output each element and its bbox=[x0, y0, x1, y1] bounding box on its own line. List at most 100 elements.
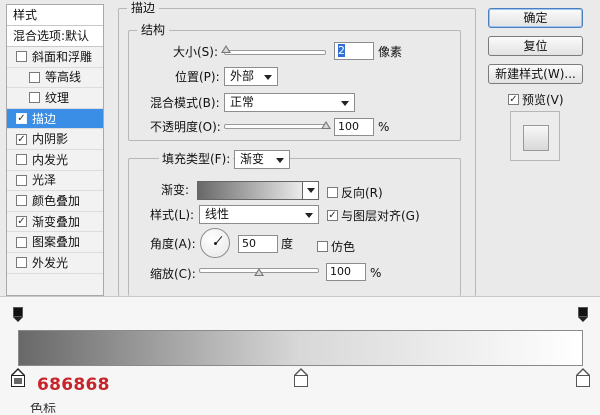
checkbox-icon[interactable] bbox=[16, 195, 27, 207]
style-item[interactable]: 等高线 bbox=[7, 68, 103, 89]
scale-label: 缩放(C): bbox=[150, 267, 196, 281]
position-select[interactable]: 外部 bbox=[224, 67, 278, 86]
checkbox-icon[interactable] bbox=[16, 236, 27, 248]
style-item-label: 等高线 bbox=[45, 70, 82, 85]
style-item[interactable]: 颜色叠加 bbox=[7, 191, 103, 212]
dither-checkbox[interactable]: 仿色 bbox=[317, 238, 355, 255]
style-item-label: 纹理 bbox=[45, 90, 70, 105]
preview-check-icon[interactable]: ✓ bbox=[508, 94, 519, 105]
blending-options-item[interactable]: 混合选项:默认 bbox=[7, 26, 103, 47]
size-slider-thumb[interactable] bbox=[221, 45, 232, 53]
dither-check-icon[interactable] bbox=[317, 241, 328, 252]
color-stop-icon[interactable] bbox=[293, 368, 308, 388]
preview-checkbox[interactable]: ✓ 预览(V) bbox=[508, 91, 564, 108]
align-check-icon[interactable]: ✓ bbox=[327, 210, 338, 221]
style-item[interactable]: 光泽 bbox=[7, 171, 103, 192]
gradient-bar[interactable] bbox=[18, 330, 583, 366]
style-item-label: 斜面和浮雕 bbox=[32, 49, 93, 64]
style-item-label: 颜色叠加 bbox=[32, 193, 81, 208]
structure-title: 结构 bbox=[137, 23, 170, 37]
opacity-stop-icon[interactable] bbox=[578, 307, 588, 323]
checkbox-icon[interactable] bbox=[29, 92, 40, 104]
angle-dial[interactable] bbox=[200, 228, 230, 258]
opacity-slider-track[interactable] bbox=[224, 124, 326, 129]
position-value: 外部 bbox=[230, 69, 255, 83]
checkbox-icon[interactable]: ✓ bbox=[16, 216, 27, 228]
style-items: 斜面和浮雕等高线纹理 ✓ 描边 ✓ 内阴影内发光光泽颜色叠加 ✓ 渐变叠加图案叠加外发光 bbox=[7, 47, 103, 274]
gradient-label: 渐变: bbox=[161, 183, 190, 197]
size-unit: 像素 bbox=[378, 45, 403, 59]
style-item[interactable]: 斜面和浮雕 bbox=[7, 47, 103, 68]
size-slider-track[interactable] bbox=[224, 50, 326, 55]
chevron-down-icon bbox=[264, 75, 272, 80]
fill-type-select[interactable]: 渐变 bbox=[234, 150, 290, 169]
style-preview-swatch bbox=[523, 125, 549, 151]
style-item-label: 内阴影 bbox=[32, 132, 69, 147]
size-input[interactable]: 2 bbox=[334, 42, 374, 60]
gradient-style-value: 线性 bbox=[205, 207, 230, 221]
scale-slider-thumb[interactable] bbox=[254, 268, 264, 276]
style-item[interactable]: 内发光 bbox=[7, 150, 103, 171]
angle-input[interactable]: 50 bbox=[238, 235, 278, 253]
gradient-style-select[interactable]: 线性 bbox=[199, 205, 319, 224]
style-item-label: 渐变叠加 bbox=[32, 214, 81, 229]
gradient-picker[interactable] bbox=[197, 181, 319, 200]
new-style-button[interactable]: 新建样式(W)... bbox=[488, 64, 583, 84]
checkbox-icon[interactable] bbox=[16, 154, 27, 166]
chevron-down-icon bbox=[341, 101, 349, 106]
chevron-down-icon bbox=[305, 213, 313, 218]
style-preview-thumbnail bbox=[510, 111, 560, 161]
checkbox-icon[interactable] bbox=[29, 71, 40, 83]
reverse-check-icon[interactable] bbox=[327, 187, 338, 198]
blend-mode-select[interactable]: 正常 bbox=[224, 93, 355, 112]
chevron-down-icon[interactable] bbox=[302, 182, 318, 199]
scale-unit: % bbox=[370, 266, 382, 280]
style-item[interactable]: 图案叠加 bbox=[7, 232, 103, 253]
style-item-label: 内发光 bbox=[32, 152, 69, 167]
opacity-input[interactable]: 100 bbox=[334, 118, 374, 136]
opacity-label: 不透明度(O): bbox=[150, 120, 221, 134]
chevron-down-icon bbox=[276, 158, 284, 163]
style-item-label: 图案叠加 bbox=[32, 235, 81, 250]
color-stop-icon[interactable] bbox=[576, 368, 590, 388]
fill-type-value: 渐变 bbox=[240, 152, 265, 166]
reverse-checkbox[interactable]: 反向(R) bbox=[327, 184, 383, 201]
checkbox-icon[interactable] bbox=[16, 51, 27, 63]
style-item[interactable]: ✓ 渐变叠加 bbox=[7, 212, 103, 233]
reverse-label: 反向(R) bbox=[341, 186, 383, 200]
style-item[interactable]: 外发光 bbox=[7, 253, 103, 274]
checkbox-icon[interactable]: ✓ bbox=[16, 133, 27, 145]
style-item[interactable]: ✓ 描边 bbox=[7, 108, 103, 130]
style-item-label: 描边 bbox=[32, 111, 57, 126]
blend-mode-label: 混合模式(B): bbox=[150, 96, 220, 110]
style-item[interactable]: 纹理 bbox=[7, 88, 103, 109]
angle-center-icon bbox=[214, 242, 217, 245]
angle-label: 角度(A): bbox=[150, 237, 196, 251]
styles-header[interactable]: 样式 bbox=[7, 5, 103, 26]
ok-button[interactable]: 确定 bbox=[488, 8, 583, 28]
angle-unit: 度 bbox=[281, 237, 294, 251]
checkbox-icon[interactable] bbox=[16, 257, 27, 269]
scale-input[interactable]: 100 bbox=[326, 263, 366, 281]
color-stop-icon[interactable] bbox=[11, 368, 25, 388]
checkbox-icon[interactable]: ✓ bbox=[16, 113, 27, 125]
align-with-layer-checkbox[interactable]: ✓ 与图层对齐(G) bbox=[327, 207, 420, 224]
opacity-slider-thumb[interactable] bbox=[321, 121, 331, 129]
size-label: 大小(S): bbox=[173, 45, 219, 59]
dither-label: 仿色 bbox=[331, 240, 356, 254]
styles-list-panel: 样式 混合选项:默认 斜面和浮雕等高线纹理 ✓ 描边 ✓ 内阴影内发光光泽颜色叠加 ✓ 渐变… bbox=[6, 4, 104, 296]
style-item[interactable]: ✓ 内阴影 bbox=[7, 129, 103, 150]
blend-mode-value: 正常 bbox=[230, 95, 255, 109]
opacity-unit: % bbox=[378, 120, 390, 134]
stop-color-hex: 686868 bbox=[37, 375, 110, 395]
reset-button[interactable]: 复位 bbox=[488, 36, 583, 56]
stroke-title: 描边 bbox=[127, 1, 160, 15]
style-item-label: 光泽 bbox=[32, 173, 57, 188]
style-item-label: 外发光 bbox=[32, 255, 69, 270]
checkbox-icon[interactable] bbox=[16, 174, 27, 186]
color-stop-label: 色标 bbox=[30, 403, 57, 413]
opacity-stop-icon[interactable] bbox=[13, 307, 23, 323]
position-label: 位置(P): bbox=[175, 70, 220, 84]
fill-type-label: 填充类型(F): bbox=[159, 150, 234, 168]
preview-label: 预览(V) bbox=[522, 93, 564, 107]
